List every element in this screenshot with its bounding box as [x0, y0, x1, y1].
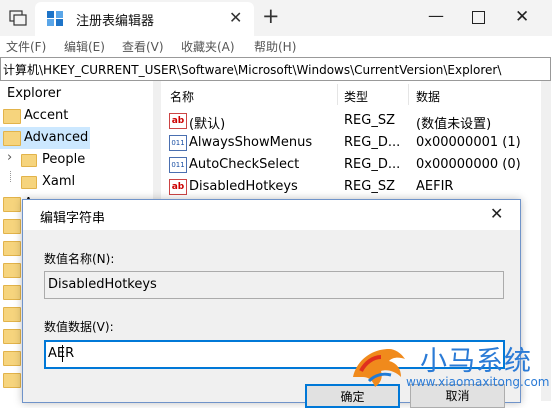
tree-item-partial[interactable]: A [0, 237, 33, 259]
tree-item-partial[interactable]: A [0, 215, 33, 237]
value-data: (数值未设置) [416, 117, 492, 132]
folder-icon [3, 263, 21, 278]
tab-actions-icon[interactable] [6, 8, 30, 28]
column-divider[interactable] [337, 84, 338, 105]
folder-icon [3, 219, 21, 234]
folder-icon [3, 131, 21, 146]
tree-item-partial[interactable] [0, 369, 22, 391]
value-name: AutoCheckSelect [189, 157, 300, 172]
folder-icon [21, 154, 37, 167]
tree-item-accent[interactable]: Accent [0, 105, 152, 127]
menu-edit[interactable]: 编辑(E) [64, 38, 105, 55]
folder-icon [3, 373, 21, 388]
value-type: REG_SZ [344, 113, 395, 128]
column-header-type[interactable]: 类型 [344, 88, 368, 105]
column-divider[interactable] [408, 84, 409, 105]
string-value-icon: ab [169, 179, 187, 195]
dword-value-icon: 011 [169, 157, 187, 173]
maximize-icon[interactable] [472, 11, 485, 24]
folder-icon [3, 329, 21, 344]
tree-item-partial[interactable]: C [0, 325, 33, 347]
dialog-title: 编辑字符串 [40, 211, 106, 226]
registry-editor-icon [46, 10, 64, 27]
tree-item-partial[interactable]: C [0, 303, 33, 325]
horse-logo-icon [347, 337, 409, 391]
value-row[interactable]: 011 AlwaysShowMenus REG_D... 0x00000001 … [167, 132, 539, 154]
menu-favorites[interactable]: 收藏夹(A) [181, 38, 235, 55]
value-name: DisabledHotkeys [189, 179, 298, 194]
window-close-icon[interactable]: ✕ [515, 7, 529, 27]
value-data: 0x00000000 (0) [416, 157, 521, 172]
menu-view[interactable]: 查看(V) [122, 38, 164, 55]
value-type: REG_D... [344, 157, 401, 172]
value-name: (默认) [189, 117, 226, 132]
column-header-name[interactable]: 名称 [170, 88, 194, 105]
tree-item-label: Accent [24, 108, 69, 123]
tree-item-people[interactable]: › People [0, 149, 152, 171]
dialog-close-icon[interactable]: ✕ [490, 204, 503, 223]
value-name-label: 数值名称(N): [44, 252, 115, 266]
tree-item-partial[interactable]: B [0, 259, 33, 281]
list-scrollbar[interactable] [541, 81, 551, 401]
tree-item-partial[interactable]: B [0, 281, 33, 303]
folder-icon [3, 351, 21, 366]
new-tab-icon[interactable]: + [262, 4, 280, 28]
tree-item-partial[interactable]: A [0, 193, 33, 215]
folder-icon [3, 197, 21, 212]
tab-title: 注册表编辑器 [76, 14, 155, 29]
folder-icon [21, 176, 37, 189]
value-row[interactable]: 011 AutoCheckSelect REG_D... 0x00000000 … [167, 154, 539, 176]
text-caret [62, 345, 63, 362]
value-row[interactable]: ab DisabledHotkeys REG_SZ AEFIR [167, 176, 539, 198]
menu-help[interactable]: 帮助(H) [254, 38, 296, 55]
string-value-icon: ab [169, 113, 187, 129]
tree-item-label: Advanced [24, 130, 89, 145]
dword-value-icon: 011 [169, 135, 187, 151]
value-type: REG_SZ [344, 179, 395, 194]
folder-icon [3, 285, 21, 300]
tree-item-label: Xaml [42, 174, 76, 189]
minimize-icon[interactable]: — [428, 6, 444, 25]
value-data-label: 数值数据(V): [44, 320, 114, 334]
tree-guide-line [10, 171, 12, 182]
value-name-text: DisabledHotkeys [48, 277, 157, 292]
watermark-title: 小马系统 [420, 346, 532, 377]
folder-icon [3, 307, 21, 322]
menu-file[interactable]: 文件(F) [6, 38, 46, 55]
tree-item-advanced[interactable]: Advanced [0, 127, 90, 149]
value-data: 0x00000001 (1) [416, 135, 521, 150]
folder-icon [3, 109, 21, 124]
tab-close-icon[interactable]: ✕ [229, 8, 242, 27]
address-path[interactable]: 计算机\HKEY_CURRENT_USER\Software\Microsoft… [3, 61, 548, 78]
expand-chevron-icon[interactable]: › [7, 150, 12, 165]
value-type: REG_D... [344, 135, 401, 150]
value-name: AlwaysShowMenus [189, 135, 313, 150]
tree-item-partial[interactable]: C [0, 347, 33, 369]
column-header-data[interactable]: 数据 [416, 88, 440, 105]
tree-root-explorer[interactable]: Explorer [0, 83, 152, 105]
tree-root-label: Explorer [7, 86, 62, 101]
tree-item-xaml[interactable]: Xaml [0, 171, 152, 193]
watermark-url: www.xiaomaxitong.com [406, 375, 550, 389]
tree-item-label: People [42, 152, 86, 167]
value-data: AEFIR [416, 179, 454, 194]
folder-icon [3, 241, 21, 256]
value-row[interactable]: ab (默认) REG_SZ (数值未设置) [167, 110, 539, 132]
